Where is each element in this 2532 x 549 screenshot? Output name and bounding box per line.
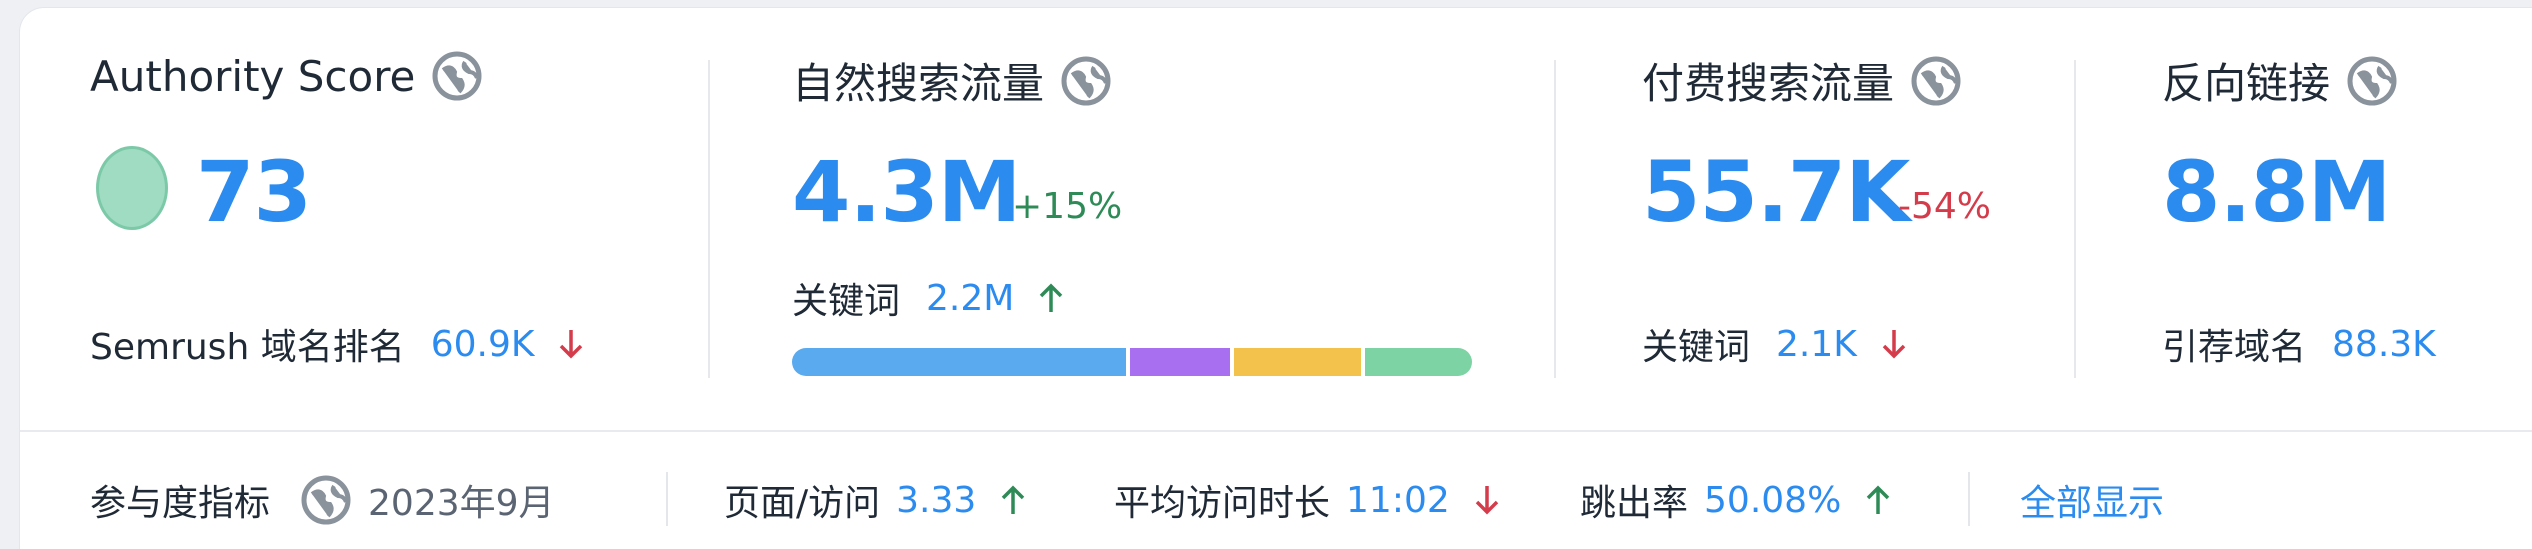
paid-keywords-value[interactable]: 2.1K: [1776, 324, 1857, 365]
engagement-header: 参与度指标 2023年9月: [90, 474, 555, 526]
paid-keywords-row: 关键词 2.1K: [1642, 318, 1909, 370]
globe-info-icon[interactable]: [431, 50, 483, 102]
organic-keywords-row: 关键词 2.2M: [792, 272, 1066, 324]
organic-traffic-delta: +15%: [1012, 186, 1123, 227]
domain-overview-card: Authority Score 73 Semrush 域名排名 60.9K 自然…: [20, 8, 2532, 549]
engagement-label: 参与度指标: [90, 483, 271, 524]
referring-domains-label: 引荐域名: [2162, 327, 2307, 368]
semrush-rank-label: Semrush 域名排名: [90, 327, 405, 368]
pages-per-visit: 页面/访问 3.33: [724, 474, 1028, 526]
organic-traffic-title: 自然搜索流量: [792, 50, 1112, 111]
arrow-up-icon: [1036, 280, 1066, 316]
globe-info-icon[interactable]: [2346, 55, 2398, 107]
backlinks-title: 反向链接: [2162, 50, 2398, 111]
arrow-up-icon: [1863, 482, 1893, 518]
footer-divider: [1968, 472, 1970, 526]
paid-traffic-value[interactable]: 55.7K: [1642, 150, 1910, 234]
arrow-down-icon: [1472, 482, 1502, 518]
metric-divider: [2074, 60, 2076, 378]
keyword-distribution-segment[interactable]: [1130, 348, 1231, 376]
avg-visit-duration: 平均访问时长 11:02: [1114, 474, 1502, 526]
keyword-distribution-segment[interactable]: [1365, 348, 1472, 376]
globe-info-icon[interactable]: [1910, 55, 1962, 107]
globe-info-icon[interactable]: [300, 474, 352, 526]
engagement-metrics-bar: 参与度指标 2023年9月 页面/访问 3.33 平均访问时长 11:02 跳出…: [20, 432, 2532, 549]
authority-score-title: Authority Score: [90, 50, 483, 102]
arrow-up-icon: [998, 482, 1028, 518]
metric-divider: [708, 60, 710, 378]
paid-traffic-delta: -54%: [1898, 186, 1992, 227]
globe-info-icon[interactable]: [1060, 55, 1112, 107]
semrush-rank-row: Semrush 域名排名 60.9K: [90, 318, 586, 370]
organic-keywords-value[interactable]: 2.2M: [926, 278, 1014, 319]
authority-score-value: 73: [196, 143, 312, 241]
backlinks-value[interactable]: 8.8M: [2162, 150, 2391, 234]
show-all-link[interactable]: 全部显示: [2020, 474, 2164, 526]
keyword-distribution-segment[interactable]: [792, 348, 1126, 376]
bounce-rate-value: 50.08%: [1704, 479, 1842, 521]
avg-visit-duration-value: 11:02: [1346, 479, 1450, 521]
arrow-down-icon: [556, 326, 586, 362]
semrush-rank-value[interactable]: 60.9K: [431, 324, 535, 365]
keyword-distribution-bar[interactable]: [792, 348, 1472, 376]
referring-domains-value[interactable]: 88.3K: [2332, 324, 2436, 365]
paid-traffic-title: 付费搜索流量: [1642, 50, 1962, 111]
engagement-date: 2023年9月: [368, 483, 555, 524]
pages-per-visit-value: 3.33: [896, 479, 977, 521]
arrow-down-icon: [1879, 326, 1909, 362]
keyword-distribution-segment[interactable]: [1234, 348, 1362, 376]
organic-traffic-value[interactable]: 4.3M: [792, 150, 1021, 234]
referring-domains-row: 引荐域名 88.3K: [2162, 318, 2436, 370]
authority-score-gauge: [96, 146, 168, 230]
organic-keywords-label: 关键词: [792, 281, 901, 322]
footer-divider: [666, 472, 668, 526]
metric-divider: [1554, 60, 1556, 378]
bounce-rate: 跳出率 50.08%: [1580, 474, 1893, 526]
paid-keywords-label: 关键词: [1642, 327, 1751, 368]
